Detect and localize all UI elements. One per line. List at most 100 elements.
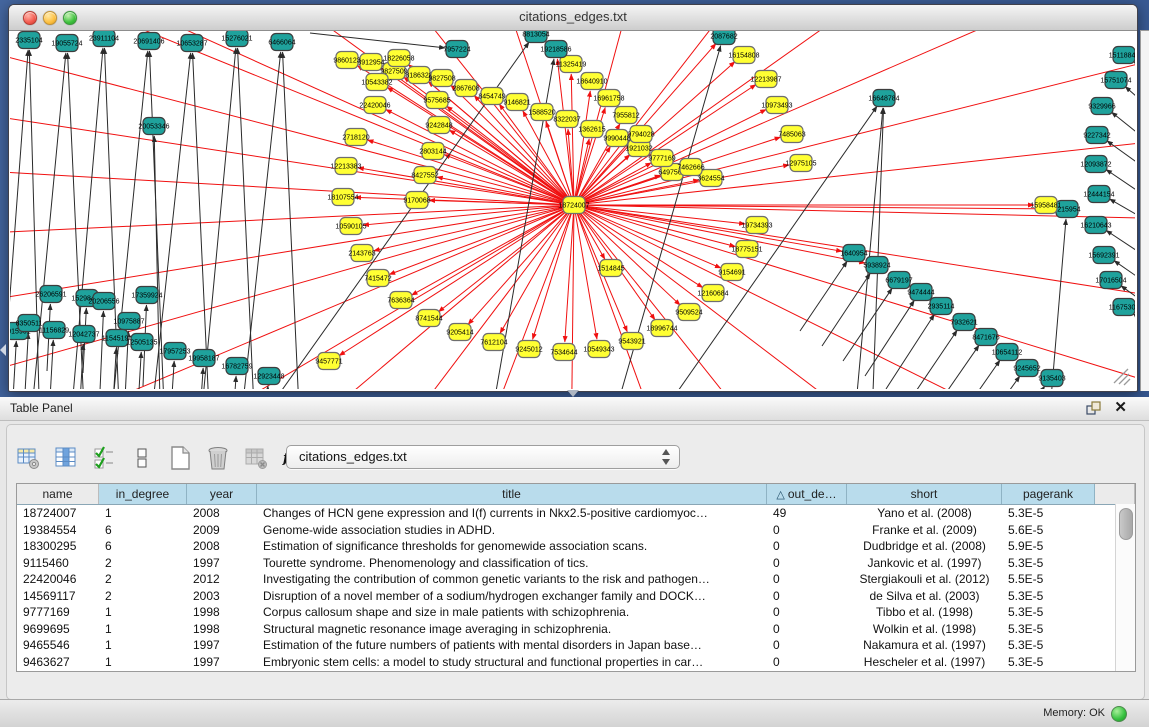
graph-node[interactable]: 9777169 [648, 150, 675, 167]
graph-node[interactable]: 15751074 [1100, 72, 1131, 89]
table-row[interactable]: 1456911722003Disruption of a novel membe… [17, 588, 1135, 605]
cell-title[interactable]: Investigating the contribution of common… [257, 571, 767, 588]
network-canvas[interactable]: 1362615151484515885201640954192103220876… [10, 31, 1135, 389]
cell-out_degree[interactable]: 49 [767, 505, 847, 522]
cell-short[interactable]: Stergiakouli et al. (2012) [847, 571, 1002, 588]
graph-node[interactable]: 12444154 [1083, 186, 1114, 203]
column-header-pagerank[interactable]: pagerank [1002, 484, 1095, 504]
graph-node[interactable]: 16648784 [868, 90, 899, 107]
new-column-icon[interactable] [167, 445, 193, 471]
graph-node[interactable]: 9245652 [1013, 360, 1040, 377]
graph-node[interactable]: 26206591 [35, 286, 66, 303]
cell-in_degree[interactable]: 2 [99, 588, 187, 605]
graph-node[interactable]: 7534644 [550, 344, 577, 361]
table-row[interactable]: 911546021997Tourette syndrome. Phenomeno… [17, 555, 1135, 572]
cell-name[interactable]: 14569117 [17, 588, 99, 605]
graph-node[interactable]: 19218586 [540, 41, 571, 58]
graph-node[interactable]: 7636364 [387, 292, 414, 309]
cell-title[interactable]: Estimation of significance thresholds fo… [257, 538, 767, 555]
cell-year[interactable]: 2009 [187, 522, 257, 539]
graph-node[interactable]: 2335104 [15, 32, 42, 49]
graph-node[interactable]: 8454749 [478, 88, 505, 105]
graph-node[interactable]: 16154808 [728, 47, 759, 64]
graph-node[interactable]: 11156829 [39, 322, 69, 339]
cell-short[interactable]: Hescheler et al. (1997) [847, 654, 1002, 671]
graph-node[interactable]: 9205414 [446, 324, 473, 341]
column-header-in_degree[interactable]: in_degree [99, 484, 187, 504]
graph-node[interactable]: 1514845 [597, 260, 624, 277]
cell-name[interactable]: 18300295 [17, 538, 99, 555]
graph-node[interactable]: 2087682 [710, 31, 737, 45]
graph-node[interactable]: 23911104 [89, 31, 119, 47]
cell-year[interactable]: 1998 [187, 604, 257, 621]
panel-splitter-handle[interactable] [567, 390, 579, 397]
graph-node[interactable]: 2143763 [348, 245, 375, 262]
graph-node[interactable]: 10975887 [113, 313, 144, 330]
left-split-pane-handle[interactable] [0, 344, 6, 356]
graph-node[interactable]: 10973493 [761, 97, 792, 114]
graph-node[interactable]: 17359924 [131, 287, 162, 304]
cell-pagerank[interactable]: 5.6E-5 [1002, 522, 1095, 539]
cell-in_degree[interactable]: 1 [99, 621, 187, 638]
graph-node[interactable]: 9457771 [315, 353, 342, 370]
cell-pagerank[interactable]: 5.3E-5 [1002, 654, 1095, 671]
cell-year[interactable]: 2008 [187, 505, 257, 522]
cell-short[interactable]: Dudbridge et al. (2008) [847, 538, 1002, 555]
cell-pagerank[interactable]: 5.3E-5 [1002, 555, 1095, 572]
cell-short[interactable]: Wolkin et al. (1998) [847, 621, 1002, 638]
graph-node[interactable]: 8471676 [972, 329, 999, 346]
cell-year[interactable]: 2012 [187, 571, 257, 588]
cell-out_degree[interactable]: 0 [767, 571, 847, 588]
cell-title[interactable]: Tourette syndrome. Phenomenology and cla… [257, 555, 767, 572]
graph-node[interactable]: 17016504 [1095, 272, 1126, 289]
graph-node[interactable]: 15118841 [1109, 47, 1135, 64]
delete-column-icon[interactable] [205, 445, 231, 471]
graph-node[interactable]: 10549343 [583, 341, 614, 358]
graph-node[interactable]: 2867608 [452, 80, 479, 97]
graph-node[interactable]: 7932621 [950, 314, 977, 331]
cell-pagerank[interactable]: 5.3E-5 [1002, 588, 1095, 605]
graph-node[interactable]: 18107554 [327, 189, 358, 206]
close-panel-icon[interactable]: ✕ [1114, 399, 1127, 417]
table-options-icon[interactable] [15, 445, 41, 471]
cell-out_degree[interactable]: 0 [767, 522, 847, 539]
graph-node[interactable]: 8813054 [522, 31, 549, 43]
graph-node[interactable]: 12093872 [1080, 156, 1111, 173]
table-row[interactable]: 1830029562008Estimation of significance … [17, 538, 1135, 555]
cell-in_degree[interactable]: 6 [99, 538, 187, 555]
graph-node[interactable]: 7955812 [612, 107, 639, 124]
graph-node[interactable]: 18996744 [646, 320, 677, 337]
cell-in_degree[interactable]: 1 [99, 604, 187, 621]
cell-short[interactable]: Franke et al. (2009) [847, 522, 1002, 539]
graph-node[interactable]: 20691406 [133, 33, 164, 50]
cell-out_degree[interactable]: 0 [767, 538, 847, 555]
graph-node[interactable]: 11675300 [1109, 299, 1135, 316]
graph-node[interactable]: 8741544 [415, 310, 442, 327]
cell-in_degree[interactable]: 2 [99, 555, 187, 572]
cell-name[interactable]: 19384554 [17, 522, 99, 539]
graph-node[interactable]: 9242848 [425, 117, 452, 134]
graph-node[interactable]: 9170068 [403, 192, 430, 209]
graph-node[interactable]: 12213987 [750, 71, 781, 88]
graph-node[interactable]: 7462666 [677, 159, 704, 176]
graph-node[interactable]: 19958187 [188, 350, 219, 367]
cell-title[interactable]: Structural magnetic resonance image aver… [257, 621, 767, 638]
graph-node[interactable]: 16210643 [1080, 217, 1111, 234]
graph-node[interactable]: 20206556 [88, 293, 119, 310]
cell-out_degree[interactable]: 0 [767, 588, 847, 605]
cell-year[interactable]: 1998 [187, 621, 257, 638]
graph-node[interactable]: 16961758 [593, 90, 624, 107]
cell-in_degree[interactable]: 1 [99, 637, 187, 654]
graph-node[interactable]: 1640954 [840, 245, 867, 262]
cell-short[interactable]: de Silva et al. (2003) [847, 588, 1002, 605]
graph-node[interactable]: 9245012 [515, 341, 542, 358]
table-selector-dropdown[interactable]: citations_edges.txt [286, 445, 680, 469]
graph-node[interactable]: 2718120 [342, 129, 369, 146]
graph-node[interactable]: 1362615 [578, 121, 605, 138]
cell-in_degree[interactable]: 6 [99, 522, 187, 539]
graph-node[interactable]: 2803144 [419, 143, 446, 160]
graph-node[interactable]: 10590105 [335, 218, 366, 235]
graph-node[interactable]: 19734393 [741, 217, 772, 234]
cell-name[interactable]: 9115460 [17, 555, 99, 572]
cell-title[interactable]: Changes of HCN gene expression and I(f) … [257, 505, 767, 522]
